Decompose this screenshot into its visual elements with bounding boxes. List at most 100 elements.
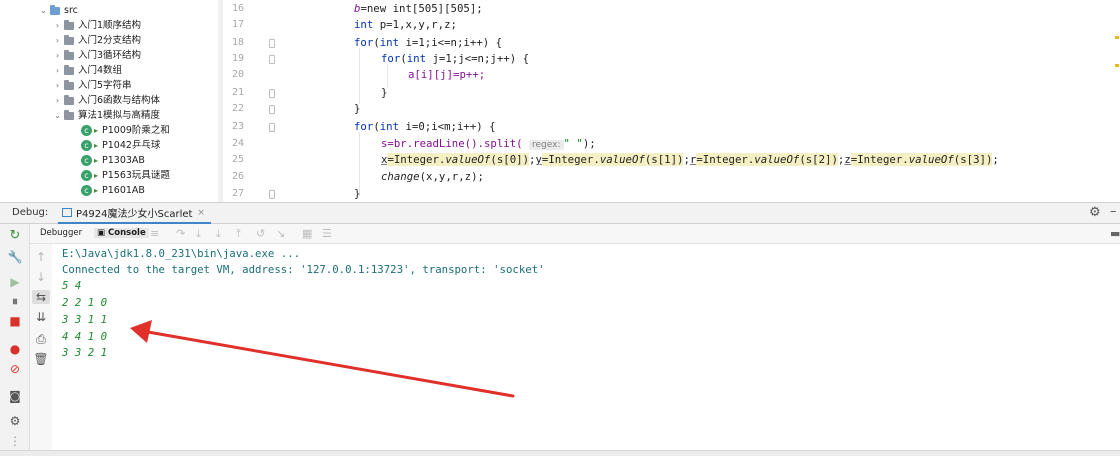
tree-item-package[interactable]: › 入门4数组 — [53, 63, 122, 78]
tree-item-class[interactable]: c ▸ P1563玩具谜题 — [81, 168, 170, 183]
tree-item-package[interactable]: ⌄ 算法1模拟与高精度 — [53, 108, 160, 123]
up-arrow-icon[interactable]: ↑ — [32, 250, 50, 264]
tree-item-class[interactable]: c ▸ P1601AB — [81, 183, 145, 198]
tree-item-label: P1042乒乓球 — [102, 140, 161, 151]
collapse-chevron-icon[interactable]: › — [53, 63, 62, 78]
line-number: 24 — [231, 138, 244, 149]
run-to-cursor-icon[interactable]: ↘ — [276, 227, 285, 240]
step-into-icon[interactable]: ⤓ — [196, 227, 201, 241]
resume-icon[interactable]: ▶ — [6, 275, 24, 289]
trash-icon[interactable]: 🗑 — [32, 352, 50, 366]
console-line: 4 4 1 0 — [62, 330, 108, 343]
parameter-hint: regex: — [529, 140, 564, 150]
indent-guide — [359, 48, 360, 104]
console-output[interactable]: E:\Java\jdk1.8.0_231\bin\java.exe ... Co… — [52, 244, 1120, 456]
java-class-icon: c — [81, 170, 92, 181]
fold-marker-icon[interactable] — [269, 190, 275, 199]
tree-item-package[interactable]: › 入门2分支结构 — [53, 33, 141, 48]
console-line: Connected to the target VM, address: '12… — [62, 263, 545, 276]
debug-tool-window-header: Debug: P4924魔法少女小Scarlet × ⚙ – — [0, 202, 1120, 224]
tree-item-package[interactable]: › 入门5字符串 — [53, 78, 132, 93]
code-editor[interactable]: b=new int[505][505]; int p=1,x,y,r,z; fo… — [287, 0, 1107, 202]
tree-item-label: 算法1模拟与高精度 — [78, 110, 161, 121]
package-folder-icon — [64, 19, 74, 30]
settings-icon[interactable]: ⚙ — [6, 414, 24, 428]
editor-scroll-markers[interactable] — [1110, 0, 1120, 202]
line-number: 26 — [231, 171, 244, 182]
camera-icon[interactable]: ◙ — [6, 389, 24, 403]
package-folder-icon — [64, 64, 74, 75]
line-number: 18 — [231, 37, 244, 48]
pause-icon[interactable]: ⏸ — [6, 294, 24, 308]
package-folder-icon — [64, 94, 74, 105]
tab-console[interactable]: ▣ Console — [94, 228, 149, 238]
line-number: 23 — [231, 121, 244, 132]
debug-session-tab[interactable]: P4924魔法少女小Scarlet × — [58, 203, 211, 224]
soft-wrap-icon[interactable]: ⇆ — [32, 290, 50, 304]
tree-item-label: 入门3循环结构 — [78, 50, 142, 61]
tree-item-class[interactable]: c ▸ P1042乒乓球 — [81, 138, 160, 153]
drop-frame-icon[interactable]: ↺ — [256, 227, 265, 240]
source-folder-icon — [50, 4, 60, 15]
debug-action-toolbar: ↻ 🔧 ▶ ⏸ ■ ● ⊘ ◙ ⚙ ⋮ — [0, 224, 30, 456]
collapse-chevron-icon[interactable]: › — [53, 78, 62, 93]
bottom-status-strip — [0, 450, 1120, 456]
minimize-icon[interactable]: – — [1110, 204, 1117, 219]
pin-icon[interactable]: ⋮ — [6, 434, 24, 448]
tab-console-label: Console — [108, 228, 146, 238]
line-number: 19 — [231, 53, 244, 64]
package-folder-icon — [64, 34, 74, 45]
code-line: for(int i=1;i<=n;i++) { — [354, 36, 503, 49]
close-icon[interactable]: × — [197, 208, 205, 218]
trace-icon[interactable]: ☰ — [322, 227, 332, 240]
layout-icon[interactable]: ≡ — [150, 227, 159, 240]
java-class-icon: c — [81, 140, 92, 151]
gear-icon[interactable]: ⚙ — [1089, 205, 1101, 220]
wrench-icon[interactable]: 🔧 — [6, 250, 24, 264]
package-folder-icon — [64, 79, 74, 90]
warning-stripe — [1115, 36, 1119, 39]
code-line: a[i][j]=p++; — [408, 68, 486, 81]
fold-marker-icon[interactable] — [269, 55, 275, 64]
code-line: for(int j=1;j<=n;j++) { — [381, 52, 530, 65]
console-toolbar: ↑ ↓ ⇆ ⇊ ⎙ 🗑 — [30, 244, 52, 456]
code-line: b=new int[505][505]; — [354, 2, 483, 15]
expand-chevron-icon[interactable]: ⌄ — [39, 3, 48, 18]
tree-item-class[interactable]: c ▸ P1009阶乘之和 — [81, 123, 170, 138]
top-region: ⌄ src › 入门1顺序结构 › 入门2分支结构 › 入门3循环结构 › 入门… — [0, 0, 1120, 202]
code-line: for(int i=0;i<m;i++) { — [354, 120, 496, 133]
fold-marker-icon[interactable] — [269, 89, 275, 98]
fold-marker-icon[interactable] — [269, 39, 275, 48]
tab-debugger[interactable]: Debugger — [40, 228, 82, 238]
view-breakpoints-icon[interactable]: ● — [6, 342, 24, 356]
tree-item-package[interactable]: › 入门1顺序结构 — [53, 18, 141, 33]
debug-subtab-bar: Debugger ▣ Console ≡ ↷ ⤓ ⤓ ⤒ ↺ ↘ ▦ ☰ ▬ — [30, 224, 1120, 244]
collapse-chevron-icon[interactable]: › — [53, 33, 62, 48]
collapse-chevron-icon[interactable]: › — [53, 48, 62, 63]
tree-item-src[interactable]: ⌄ src — [39, 3, 78, 18]
step-out-icon[interactable]: ⤒ — [236, 227, 241, 241]
tree-item-label: P1303AB — [102, 155, 145, 166]
tree-item-package[interactable]: › 入门6函数与结构体 — [53, 93, 160, 108]
restore-layout-icon[interactable]: ▬ — [1110, 227, 1120, 240]
stop-icon[interactable]: ■ — [6, 314, 24, 328]
tree-item-label: 入门6函数与结构体 — [78, 95, 161, 106]
expand-chevron-icon[interactable]: ⌄ — [53, 108, 62, 123]
tree-item-class[interactable]: c ▸ P1303AB — [81, 153, 145, 168]
mute-breakpoints-icon[interactable]: ⊘ — [6, 362, 24, 376]
tree-item-label: src — [64, 5, 78, 16]
print-icon[interactable]: ⎙ — [32, 332, 50, 346]
tree-item-package[interactable]: › 入门3循环结构 — [53, 48, 141, 63]
scroll-to-end-icon[interactable]: ⇊ — [32, 310, 50, 324]
collapse-chevron-icon[interactable]: › — [53, 93, 62, 108]
fold-marker-icon[interactable] — [269, 123, 275, 132]
fold-marker-icon[interactable] — [269, 105, 275, 114]
collapse-chevron-icon[interactable]: › — [53, 18, 62, 33]
tree-item-label: P1009阶乘之和 — [102, 125, 170, 136]
evaluate-icon[interactable]: ▦ — [302, 227, 312, 240]
run-config-icon: ▸ — [94, 141, 99, 150]
down-arrow-icon[interactable]: ↓ — [32, 270, 50, 284]
rerun-icon[interactable]: ↻ — [6, 229, 24, 243]
step-over-icon[interactable]: ↷ — [176, 227, 185, 240]
force-step-into-icon[interactable]: ⤓ — [216, 227, 221, 241]
